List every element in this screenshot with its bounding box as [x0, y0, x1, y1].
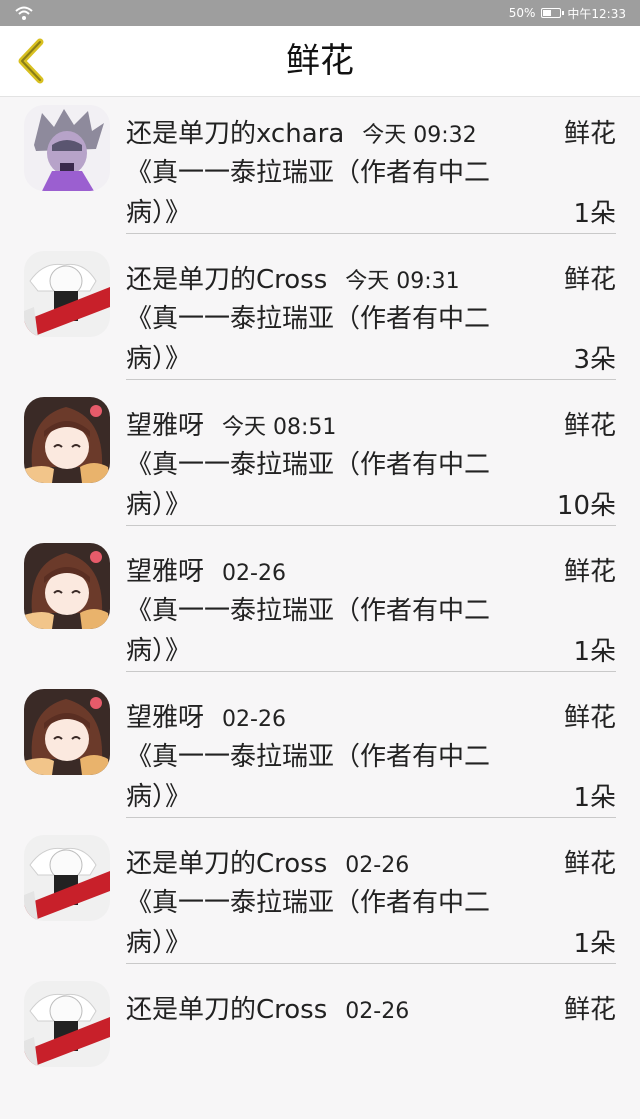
name-line: 还是单刀的xchara 今天 09:32: [126, 113, 477, 149]
list-item[interactable]: 还是单刀的Cross 02-26 鲜花 《真一一泰拉瑞亚（作者有中二病）》 1朵: [0, 827, 640, 973]
list-item[interactable]: 望雅呀 02-26 鲜花 《真一一泰拉瑞亚（作者有中二病）》 1朵: [0, 681, 640, 827]
purple-hair-character-avatar: [24, 105, 110, 191]
gift-type: 鲜花: [563, 849, 616, 879]
flower-list: 还是单刀的xchara 今天 09:32 鲜花 《真一一泰拉瑞亚（作者有中二病）…: [0, 97, 640, 1119]
timestamp: 02-26: [345, 853, 410, 878]
username[interactable]: 还是单刀的xchara: [126, 113, 344, 150]
timestamp: 今天 08:51: [222, 415, 337, 440]
gift-type: 鲜花: [563, 703, 616, 733]
avatar[interactable]: [24, 981, 110, 1067]
work-title[interactable]: 《真一一泰拉瑞亚（作者有中二病）》: [126, 153, 536, 233]
work-title[interactable]: 《真一一泰拉瑞亚（作者有中二病）》: [126, 883, 536, 963]
clock: 中午12:33: [567, 6, 626, 21]
name-line: 望雅呀 02-26: [126, 697, 286, 733]
work-title[interactable]: 《真一一泰拉瑞亚（作者有中二病）》: [126, 591, 536, 671]
work-title[interactable]: 《真一一泰拉瑞亚（作者有中二病）》: [126, 299, 536, 379]
battery-percent: 50%: [508, 6, 536, 20]
avatar[interactable]: [24, 105, 110, 191]
flower-count: 3朵: [573, 345, 616, 375]
name-line: 望雅呀 02-26: [126, 551, 286, 587]
timestamp: 02-26: [345, 999, 410, 1024]
skeleton-red-scarf-avatar: [24, 981, 110, 1067]
avatar[interactable]: [24, 835, 110, 921]
page-title: 鲜花: [286, 41, 354, 81]
flower-count: 10朵: [556, 491, 616, 521]
gift-type: 鲜花: [563, 265, 616, 295]
name-line: 还是单刀的Cross 02-26: [126, 843, 410, 879]
username[interactable]: 还是单刀的Cross: [126, 989, 327, 1026]
username[interactable]: 望雅呀: [126, 697, 204, 734]
skeleton-red-scarf-avatar: [24, 251, 110, 337]
brown-hair-girl-avatar: [24, 543, 110, 629]
avatar[interactable]: [24, 397, 110, 483]
list-item[interactable]: 望雅呀 02-26 鲜花 《真一一泰拉瑞亚（作者有中二病）》 1朵: [0, 535, 640, 681]
flower-count: 1朵: [573, 929, 616, 959]
list-item[interactable]: 望雅呀 今天 08:51 鲜花 《真一一泰拉瑞亚（作者有中二病）》 10朵: [0, 389, 640, 535]
avatar[interactable]: [24, 251, 110, 337]
list-item[interactable]: 还是单刀的Cross 今天 09:31 鲜花 《真一一泰拉瑞亚（作者有中二病）》…: [0, 243, 640, 389]
status-bar: 50% 中午12:33: [0, 0, 640, 26]
gift-type: 鲜花: [563, 557, 616, 587]
battery-icon: [541, 8, 565, 18]
wifi-icon: [15, 6, 33, 20]
flower-count: 1朵: [573, 783, 616, 813]
work-title[interactable]: 《真一一泰拉瑞亚（作者有中二病）》: [126, 445, 536, 525]
divider: [126, 233, 616, 234]
username[interactable]: 望雅呀: [126, 551, 204, 588]
timestamp: 今天 09:31: [345, 269, 460, 294]
name-line: 还是单刀的Cross 02-26: [126, 989, 410, 1025]
name-line: 还是单刀的Cross 今天 09:31: [126, 259, 460, 295]
divider: [126, 817, 616, 818]
brown-hair-girl-avatar: [24, 397, 110, 483]
username[interactable]: 还是单刀的Cross: [126, 259, 327, 296]
list-item[interactable]: 还是单刀的xchara 今天 09:32 鲜花 《真一一泰拉瑞亚（作者有中二病）…: [0, 97, 640, 243]
timestamp: 02-26: [222, 561, 286, 586]
username[interactable]: 望雅呀: [126, 405, 204, 442]
name-line: 望雅呀 今天 08:51: [126, 405, 336, 441]
header: 鲜花: [0, 26, 640, 97]
username[interactable]: 还是单刀的Cross: [126, 843, 327, 880]
gift-type: 鲜花: [563, 119, 616, 149]
divider: [126, 963, 616, 964]
work-title[interactable]: 《真一一泰拉瑞亚（作者有中二病）》: [126, 737, 536, 817]
divider: [126, 525, 616, 526]
brown-hair-girl-avatar: [24, 689, 110, 775]
timestamp: 今天 09:32: [362, 123, 477, 148]
flower-count: 1朵: [573, 637, 616, 667]
skeleton-red-scarf-avatar: [24, 835, 110, 921]
avatar[interactable]: [24, 689, 110, 775]
avatar[interactable]: [24, 543, 110, 629]
timestamp: 02-26: [222, 707, 286, 732]
divider: [126, 671, 616, 672]
gift-type: 鲜花: [563, 411, 616, 441]
list-item[interactable]: 还是单刀的Cross 02-26 鲜花: [0, 973, 640, 1119]
status-right: 50% 中午12:33: [509, 0, 626, 26]
divider: [126, 379, 616, 380]
gift-type: 鲜花: [563, 995, 616, 1025]
flower-count: 1朵: [573, 199, 616, 229]
